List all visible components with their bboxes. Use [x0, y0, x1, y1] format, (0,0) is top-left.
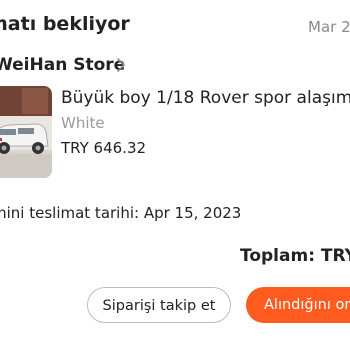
order-date: Mar 24	[308, 18, 350, 36]
chevron-right-icon	[117, 58, 125, 72]
order-total: Toplam: TRY 9	[240, 246, 350, 266]
track-order-button[interactable]: Siparişi takip et	[87, 287, 231, 323]
product-variant: White	[61, 114, 105, 132]
store-name: WeiHan Store	[0, 55, 126, 75]
product-thumbnail[interactable]	[0, 86, 52, 178]
product-image-icon	[0, 86, 52, 178]
store-link[interactable]: WeiHan Store	[0, 52, 350, 82]
order-status: matı bekliyor	[0, 13, 130, 35]
order-card: matı bekliyor Mar 24 WeiHan Store Büyük …	[0, 0, 350, 350]
estimated-delivery: mini teslimat tarihi: Apr 15, 2023	[0, 204, 242, 222]
product-title[interactable]: Büyük boy 1/18 Rover spor alaşım araba	[61, 88, 350, 108]
confirm-received-button[interactable]: Alındığını onayla	[246, 287, 350, 323]
order-status-row: matı bekliyor Mar 24	[0, 0, 350, 50]
product-price: TRY 646.32	[61, 139, 147, 157]
